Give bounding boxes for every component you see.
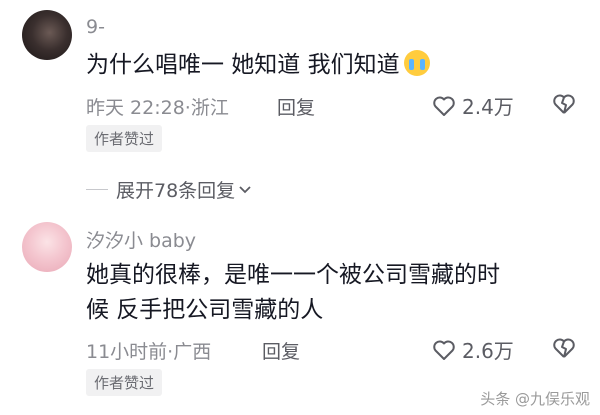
expand-replies-button[interactable]: 展开78条回复: [86, 176, 252, 203]
comment-text: 为什么唱唯一 她知道 我们知道: [86, 48, 430, 82]
author-liked-badge: 作者赞过: [86, 369, 163, 396]
comment-username[interactable]: 9-: [86, 16, 105, 38]
author-liked-badge: 作者赞过: [86, 125, 163, 152]
divider: [86, 189, 108, 190]
comment-username[interactable]: 汐汐小 baby: [86, 226, 196, 253]
comment-meta: 11小时前·广西: [86, 341, 212, 363]
broken-heart-icon[interactable]: [552, 337, 576, 359]
like-count: 2.4万: [462, 95, 514, 119]
watermark: 头条 @九俣乐观: [480, 390, 590, 408]
avatar[interactable]: [22, 10, 72, 60]
avatar[interactable]: [22, 222, 72, 272]
comment-text-line-2: 候 反手把公司雪藏的人: [86, 297, 324, 323]
reply-button[interactable]: 回复: [277, 93, 315, 120]
expand-replies-label: 展开78条回复: [116, 180, 236, 202]
broken-heart-icon[interactable]: [552, 93, 576, 115]
like-button[interactable]: 2.4万: [432, 91, 514, 120]
heart-icon: [433, 96, 455, 116]
reply-button[interactable]: 回复: [262, 337, 300, 364]
comment-meta: 昨天 22:28·浙江: [86, 97, 229, 119]
comment-text-line-1: 她真的很棒，是唯一一个被公司雪藏的时: [86, 262, 500, 288]
comment-text-content: 为什么唱唯一 她知道 我们知道: [86, 52, 400, 78]
like-count: 2.6万: [462, 339, 514, 363]
heart-icon: [433, 340, 455, 360]
chevron-down-icon: [239, 185, 251, 193]
like-button[interactable]: 2.6万: [432, 335, 514, 364]
crying-face-icon: [403, 50, 430, 76]
